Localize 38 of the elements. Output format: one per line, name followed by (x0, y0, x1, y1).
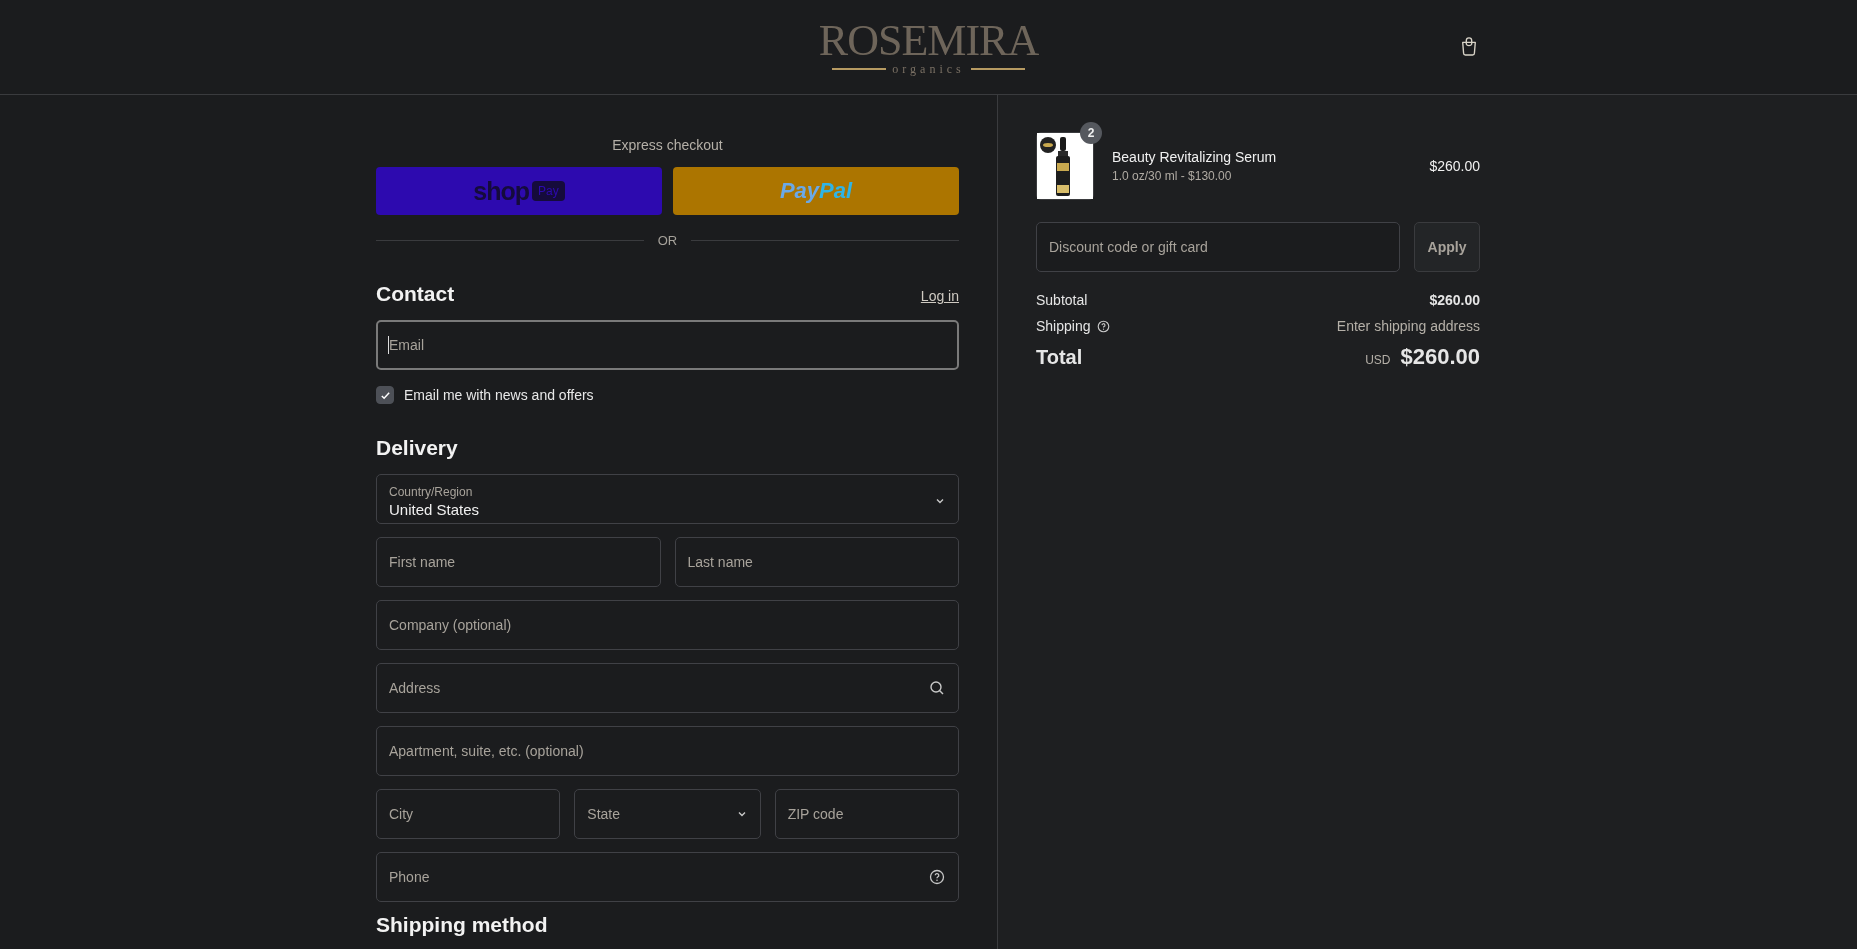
contact-heading: Contact (376, 282, 455, 306)
total-label: Total (1036, 345, 1083, 369)
state-select[interactable]: State (574, 789, 761, 839)
express-checkout-label: Express checkout (611, 137, 724, 153)
product-variant: 1.0 oz/30 ml - $130.00 (1112, 169, 1233, 183)
product-name: Beauty Revitalizing Serum (1112, 149, 1278, 165)
input-field[interactable]: Last name (674, 537, 959, 587)
subtotal-label: Subtotal (1036, 292, 1088, 308)
check-icon (379, 389, 391, 401)
shopping-bag-icon[interactable] (1460, 36, 1478, 56)
shipping-method-heading: Shipping method (376, 914, 549, 936)
input-field[interactable]: Apartment, suite, etc. (optional) (376, 726, 959, 776)
shipping-label: Shipping (1036, 318, 1091, 334)
total-value: $260.00 (1400, 344, 1480, 370)
quantity-badge: 2 (1080, 122, 1102, 144)
apply-button[interactable]: Apply (1414, 222, 1480, 272)
logo[interactable]: ROSEMIRA organics (818, 19, 1039, 75)
input-field[interactable]: Address (376, 663, 959, 713)
input-field[interactable]: Phone (376, 852, 959, 902)
discount-code-field[interactable]: Discount code or gift card (1036, 222, 1400, 272)
subtotal-value: $260.00 (1429, 292, 1480, 308)
input-field[interactable]: First name (376, 537, 661, 587)
currency-label: USD (1365, 353, 1391, 367)
country-select[interactable]: Country/Region United States (376, 474, 959, 524)
help-icon[interactable] (1096, 319, 1110, 333)
log-in-link[interactable]: Log in (920, 288, 959, 304)
or-divider-label: OR (657, 233, 678, 248)
input-field[interactable]: City (376, 789, 561, 839)
help-icon[interactable] (929, 869, 945, 885)
input-field[interactable]: ZIP code (774, 789, 959, 839)
search-icon (929, 680, 945, 696)
delivery-heading: Delivery (376, 436, 458, 460)
email-field[interactable]: Email (376, 320, 959, 370)
shipping-value: Enter shipping address (1336, 318, 1480, 334)
checkbox[interactable] (376, 386, 394, 404)
product-price: $260.00 (1429, 158, 1480, 174)
input-field[interactable]: Company (optional) (376, 600, 959, 650)
newsletter-label: Email me with news and offers (404, 387, 594, 403)
